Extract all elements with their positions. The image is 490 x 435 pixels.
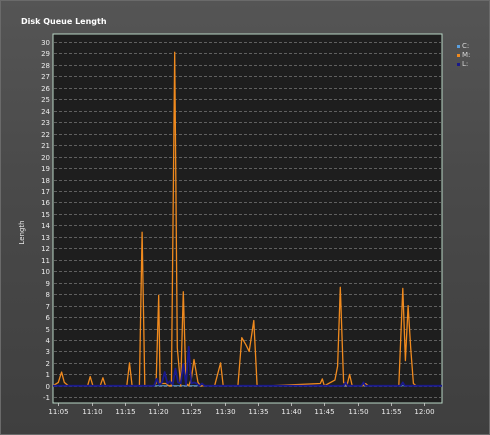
y-tick-label: 7	[46, 303, 50, 311]
x-tick-label: 11:35	[248, 408, 268, 416]
y-tick-label: 10	[41, 268, 50, 276]
y-tick-label: 18	[41, 177, 50, 185]
y-tick-label: 21	[41, 142, 50, 150]
chart-canvas: -101234567891011121314151617181920212223…	[18, 33, 443, 416]
x-tick-label: 11:45	[314, 408, 334, 416]
y-axis-label: Length	[18, 220, 26, 244]
y-tick-label: 5	[46, 326, 50, 334]
y-tick-label: 28	[41, 62, 50, 70]
x-tick-label: 11:20	[148, 408, 168, 416]
y-tick-label: 4	[46, 337, 51, 345]
y-tick-label: 17	[41, 188, 50, 196]
y-tick-label: 15	[41, 211, 50, 219]
x-tick-label: 11:55	[381, 408, 401, 416]
y-tick-label: 9	[46, 280, 50, 288]
y-tick-label: 6	[46, 314, 51, 322]
y-tick-label: 20	[41, 154, 50, 162]
x-axis: 11:05 11:10 11:15 11:20 11:25 11:30 11:35 11:40…	[48, 403, 435, 416]
y-tick-label: 12	[41, 245, 50, 253]
x-tick-label: 12:00	[414, 408, 434, 416]
y-tick-label: 2	[46, 360, 50, 368]
y-tick-label: 22	[41, 131, 50, 139]
x-tick-label: 11:25	[181, 408, 201, 416]
y-tick-label: 8	[46, 291, 50, 299]
y-tick-label: 27	[41, 73, 50, 81]
y-tick-label: 16	[41, 199, 50, 207]
y-tick-label: 11	[41, 257, 50, 265]
y-axis: -101234567891011121314151617181920212223…	[41, 39, 50, 402]
x-tick-label: 11:15	[115, 408, 135, 416]
y-tick-label: 19	[41, 165, 50, 173]
y-tick-label: 26	[41, 85, 50, 93]
y-tick-label: 3	[46, 348, 50, 356]
y-tick-label: 13	[41, 234, 50, 242]
x-tick-label: 11:05	[48, 408, 68, 416]
y-tick-label: 30	[41, 39, 50, 47]
x-tick-label: 11:40	[281, 408, 301, 416]
y-tick-label: 0	[46, 383, 50, 391]
y-tick-label: 24	[41, 108, 50, 116]
y-tick-label: 1	[46, 371, 50, 379]
x-tick-label: 11:30	[215, 408, 235, 416]
y-tick-label: 25	[41, 96, 50, 104]
x-tick-label: 11:50	[348, 408, 368, 416]
y-tick-label: 29	[41, 50, 50, 58]
x-tick-label: 11:10	[82, 408, 102, 416]
y-tick-label: 14	[41, 222, 50, 230]
y-tick-label: -1	[43, 394, 50, 402]
y-tick-label: 23	[41, 119, 50, 127]
